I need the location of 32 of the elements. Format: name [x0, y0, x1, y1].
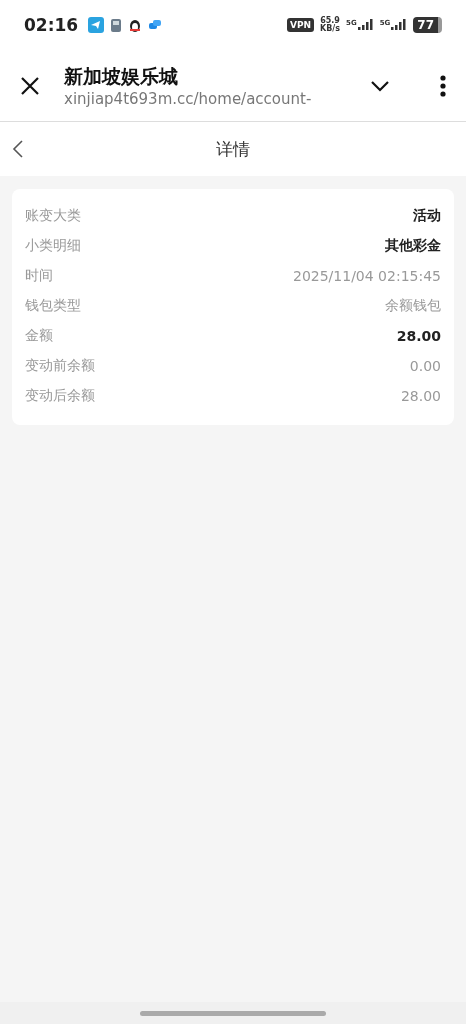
detail-label: 变动后余额 — [25, 387, 95, 405]
detail-label: 钱包类型 — [25, 297, 81, 315]
detail-value: 28.00 — [400, 388, 441, 404]
page-title: 新加坡娱乐城 — [64, 63, 179, 89]
detail-label: 金额 — [25, 327, 53, 345]
back-icon[interactable] — [12, 139, 24, 159]
more-icon[interactable] — [440, 74, 446, 97]
detail-value: 0.00 — [409, 358, 441, 374]
page-url: xinjiap4t693m.cc/home/account- — [64, 89, 313, 108]
detail-label: 变动前余额 — [25, 357, 95, 375]
close-icon[interactable] — [20, 75, 40, 96]
paper-plane-icon — [88, 17, 105, 33]
detail-label: 账变大类 — [25, 207, 81, 225]
detail-value: 2025/11/04 02:15:45 — [292, 268, 441, 284]
penguin-icon — [128, 17, 143, 33]
detail-value: 活动 — [413, 207, 441, 225]
detail-label: 时间 — [25, 267, 53, 285]
detail-value: 28.00 — [396, 328, 441, 344]
signal-icon — [391, 19, 408, 31]
header-title: 详情 — [216, 137, 250, 161]
chevron-down-icon[interactable] — [370, 79, 390, 92]
app-icon — [110, 17, 123, 33]
speed-unit: KB/s — [320, 25, 341, 33]
battery-level: 77 — [413, 17, 442, 33]
detail-value: 余额钱包 — [385, 297, 441, 315]
vpn-badge: VPN — [286, 18, 315, 32]
detail-label: 小类明细 — [25, 237, 81, 255]
network-speed: 65.9 — [320, 17, 340, 25]
chat-bubbles-icon — [148, 19, 163, 31]
clock-time: 02:16 — [24, 15, 79, 35]
detail-value: 其他彩金 — [385, 237, 441, 255]
signal-icon — [357, 19, 374, 31]
